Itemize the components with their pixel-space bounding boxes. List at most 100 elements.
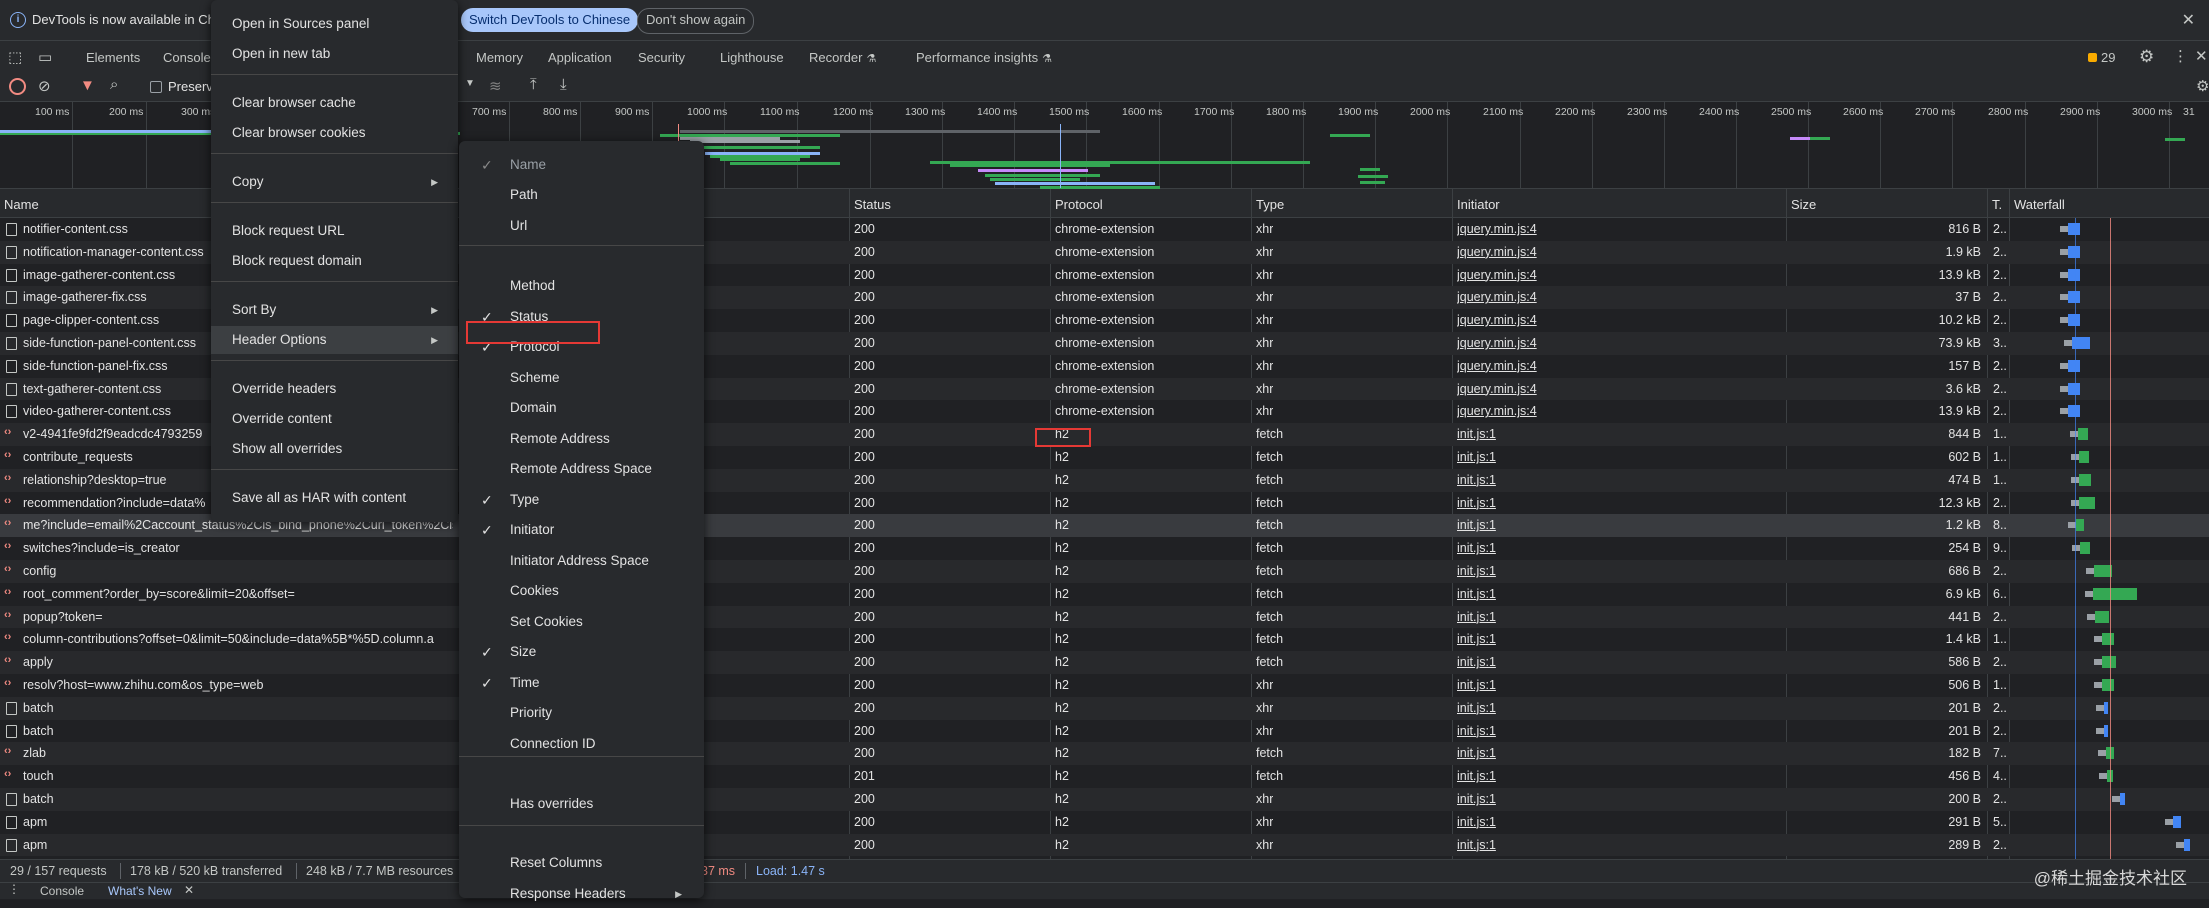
table-row[interactable]: ‹› switches?include=is_creator 200 h2 fetch i… (0, 537, 2209, 560)
header-option-remote-address-space[interactable]: Remote Address Space (459, 455, 704, 483)
menu-item-open-in-sources-panel[interactable]: Open in Sources panel (211, 10, 458, 38)
header-option-initiator[interactable]: ✓ Initiator (459, 516, 704, 544)
tab-recorder[interactable]: Recorder ⚗ (809, 50, 876, 65)
menu-item-sort-by[interactable]: Sort By ▶ (211, 296, 458, 324)
menu-item-copy[interactable]: Copy ▶ (211, 168, 458, 196)
header-option-domain[interactable]: Domain (459, 394, 704, 422)
header-option-url[interactable]: Url (459, 212, 704, 240)
request-initiator-link[interactable]: jquery.min.js:4 (1457, 382, 1537, 396)
request-initiator-link[interactable]: init.js:1 (1457, 450, 1496, 464)
more-options-icon[interactable]: ⋮ (2173, 47, 2188, 65)
menu-item-show-all-overrides[interactable]: Show all overrides (211, 435, 458, 463)
table-row[interactable]: ‹› touch 201 h2 fetch init.js:1 456 B 4... (0, 765, 2209, 788)
request-initiator-link[interactable]: jquery.min.js:4 (1457, 313, 1537, 327)
filter-icon[interactable]: ▼ (80, 77, 95, 94)
request-initiator-link[interactable]: init.js:1 (1457, 815, 1496, 829)
header-option-remote-address[interactable]: Remote Address (459, 425, 704, 453)
column-header-time[interactable]: T. (1992, 197, 2002, 212)
column-header-waterfall[interactable]: Waterfall (2014, 197, 2065, 212)
menu-item-header-options[interactable]: Header Options ▶ (211, 326, 458, 354)
header-option-path[interactable]: Path (459, 181, 704, 209)
table-row[interactable]: ‹› column-contributions?offset=0&limit=50… (0, 628, 2209, 651)
close-icon[interactable]: ✕ (2182, 10, 2195, 30)
header-option-scheme[interactable]: Scheme (459, 364, 704, 392)
request-initiator-link[interactable]: init.js:1 (1457, 769, 1496, 783)
table-row[interactable]: apm 200 h2 xhr init.js:1 291 B 5... (0, 811, 2209, 834)
menu-item-block-request-domain[interactable]: Block request domain (211, 247, 458, 275)
request-initiator-link[interactable]: init.js:1 (1457, 701, 1496, 715)
request-initiator-link[interactable]: init.js:1 (1457, 541, 1496, 555)
tab-lighthouse[interactable]: Lighthouse (720, 50, 784, 65)
table-row[interactable]: ‹› config 200 h2 fetch init.js:1 686 B 2... (0, 560, 2209, 583)
request-initiator-link[interactable]: jquery.min.js:4 (1457, 336, 1537, 350)
column-header-size[interactable]: Size (1791, 197, 1816, 212)
network-settings-icon[interactable]: ⚙ (2196, 77, 2209, 95)
close-whats-new-icon[interactable]: ✕ (184, 883, 194, 897)
header-option-cookies[interactable]: Cookies (459, 577, 704, 605)
request-initiator-link[interactable]: init.js:1 (1457, 838, 1496, 852)
header-option-size[interactable]: ✓ Size (459, 638, 704, 666)
import-har-icon[interactable]: ⤒ (530, 76, 537, 93)
column-header-type[interactable]: Type (1256, 197, 1284, 212)
menu-item-save-all-as-har-with-content[interactable]: Save all as HAR with content (211, 484, 458, 512)
menu-item-override-content[interactable]: Override content (211, 405, 458, 433)
table-row[interactable]: apm 200 h2 xhr init.js:1 289 B 2... (0, 833, 2209, 857)
column-header-initiator[interactable]: Initiator (1457, 197, 1500, 212)
request-initiator-link[interactable]: init.js:1 (1457, 678, 1496, 692)
tab-console[interactable]: Console (163, 50, 211, 65)
request-initiator-link[interactable]: init.js:1 (1457, 496, 1496, 510)
request-initiator-link[interactable]: jquery.min.js:4 (1457, 404, 1537, 418)
request-initiator-link[interactable]: init.js:1 (1457, 427, 1496, 441)
request-initiator-link[interactable]: init.js:1 (1457, 746, 1496, 760)
request-initiator-link[interactable]: init.js:1 (1457, 564, 1496, 578)
header-option-reset-columns[interactable]: Reset Columns (459, 849, 704, 877)
preserve-log-checkbox[interactable] (150, 81, 162, 93)
request-initiator-link[interactable]: init.js:1 (1457, 587, 1496, 601)
drawer-tab-console[interactable]: Console (40, 884, 84, 898)
tab-security[interactable]: Security (638, 50, 685, 65)
network-conditions-icon[interactable]: ≋ (489, 77, 502, 95)
menu-item-open-in-new-tab[interactable]: Open in new tab (211, 40, 458, 68)
record-stop-icon[interactable] (9, 78, 26, 95)
header-option-has-overrides[interactable]: Has overrides (459, 790, 704, 818)
request-initiator-link[interactable]: init.js:1 (1457, 518, 1496, 532)
tab-performance-insights[interactable]: Performance insights ⚗ (916, 50, 1052, 65)
header-option-time[interactable]: ✓ Time (459, 669, 704, 697)
column-header-status[interactable]: Status (854, 197, 891, 212)
drawer-menu-icon[interactable]: ⋮ (8, 882, 20, 896)
header-option-priority[interactable]: Priority (459, 699, 704, 727)
settings-gear-icon[interactable]: ⚙ (2139, 47, 2154, 67)
tab-memory[interactable]: Memory (476, 50, 523, 65)
dont-show-again-button[interactable]: Don't show again (637, 8, 755, 34)
header-option-method[interactable]: Method (459, 272, 704, 300)
search-icon[interactable]: ⌕ (110, 76, 118, 93)
request-initiator-link[interactable]: jquery.min.js:4 (1457, 290, 1537, 304)
table-row[interactable]: batch 200 h2 xhr init.js:1 201 B 2... (0, 720, 2209, 743)
request-initiator-link[interactable]: init.js:1 (1457, 632, 1496, 646)
device-toolbar-icon[interactable]: ▭ (38, 48, 52, 66)
header-option-initiator-address-space[interactable]: Initiator Address Space (459, 547, 704, 575)
column-header-name[interactable]: Name (4, 197, 39, 212)
header-option-type[interactable]: ✓ Type (459, 486, 704, 514)
table-row[interactable]: ‹› apply 200 h2 fetch init.js:1 586 B 2... (0, 651, 2209, 674)
request-initiator-link[interactable]: jquery.min.js:4 (1457, 245, 1537, 259)
drawer-tab-whats-new[interactable]: What's New (108, 884, 172, 898)
menu-item-clear-browser-cache[interactable]: Clear browser cache (211, 89, 458, 117)
table-row[interactable]: batch 200 h2 xhr init.js:1 200 B 2... (0, 788, 2209, 811)
request-initiator-link[interactable]: init.js:1 (1457, 792, 1496, 806)
menu-item-clear-browser-cookies[interactable]: Clear browser cookies (211, 119, 458, 147)
throttling-dropdown-icon[interactable]: ▼ (465, 78, 475, 89)
column-header-protocol[interactable]: Protocol (1055, 197, 1103, 212)
clear-icon[interactable]: ⊘ (38, 77, 51, 95)
request-initiator-link[interactable]: jquery.min.js:4 (1457, 222, 1537, 236)
export-har-icon[interactable]: ⤓ (560, 76, 567, 93)
header-option-set-cookies[interactable]: Set Cookies (459, 608, 704, 636)
request-initiator-link[interactable]: init.js:1 (1457, 724, 1496, 738)
table-row[interactable]: ‹› root_comment?order_by=score&limit=20&o… (0, 583, 2209, 606)
table-row[interactable]: ‹› zlab 200 h2 fetch init.js:1 182 B 7... (0, 742, 2209, 766)
table-row[interactable]: ‹› resolv?host=www.zhihu.com&os_type=web 2… (0, 674, 2209, 697)
header-option-connection-id[interactable]: Connection ID (459, 730, 704, 758)
table-row[interactable]: ‹› popup?token= 200 h2 fetch init.js:1 441 B 2.… (0, 605, 2209, 629)
menu-item-block-request-url[interactable]: Block request URL (211, 217, 458, 245)
request-initiator-link[interactable]: init.js:1 (1457, 610, 1496, 624)
